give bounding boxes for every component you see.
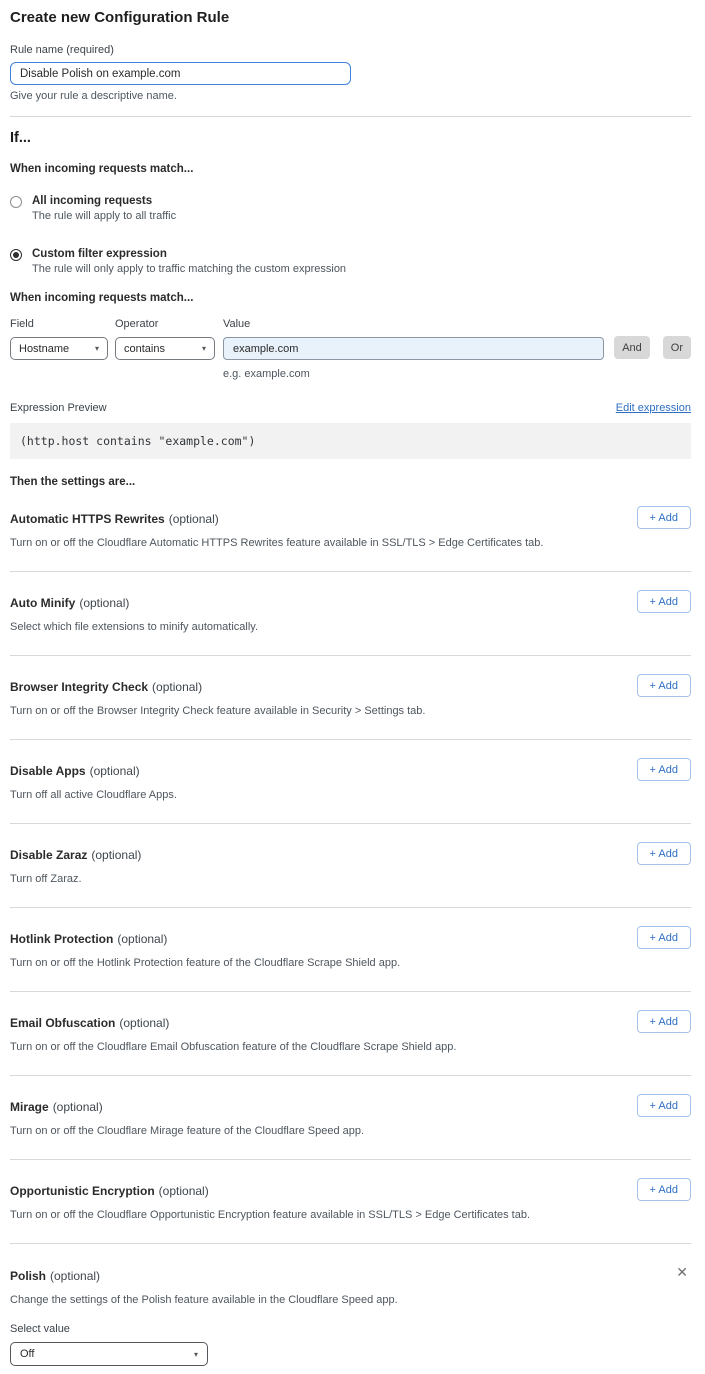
setting-title: Disable Zaraz — [10, 848, 87, 862]
setting-row: Mirage (optional) Turn on or off the Clou… — [10, 1076, 691, 1160]
setting-optional-tag: (optional) — [90, 764, 140, 778]
polish-select-value: Off — [20, 1348, 34, 1360]
setting-title: Mirage — [10, 1100, 49, 1114]
chevron-down-icon: ▾ — [95, 344, 99, 353]
setting-description: Turn on or off the Hotlink Protection fe… — [10, 957, 610, 969]
setting-description: Turn on or off the Cloudflare Mirage fea… — [10, 1125, 610, 1137]
radio-option-custom-filter-expression[interactable]: Custom filter expression The rule will o… — [10, 248, 691, 275]
radio-unselected-icon[interactable] — [10, 196, 22, 208]
setting-title: Browser Integrity Check — [10, 680, 148, 694]
setting-description: Change the settings of the Polish featur… — [10, 1294, 610, 1306]
setting-optional-tag: (optional) — [119, 1016, 169, 1030]
setting-row: Hotlink Protection (optional) Turn on or … — [10, 908, 691, 992]
setting-description: Turn on or off the Browser Integrity Che… — [10, 705, 610, 717]
radio-option-description: The rule will only apply to traffic matc… — [32, 263, 346, 275]
setting-description: Turn off Zaraz. — [10, 873, 610, 885]
filter-match-heading: When incoming requests match... — [10, 292, 691, 304]
chevron-down-icon: ▾ — [202, 344, 206, 353]
expression-preview-code: (http.host contains "example.com") — [10, 423, 691, 459]
setting-description: Turn on or off the Cloudflare Automatic … — [10, 537, 610, 549]
value-helper: e.g. example.com — [223, 368, 604, 380]
rule-name-input[interactable] — [10, 62, 351, 85]
setting-optional-tag: (optional) — [91, 848, 141, 862]
field-select[interactable]: Hostname ▾ — [10, 337, 108, 360]
setting-title: Disable Apps — [10, 764, 86, 778]
operator-select-value: contains — [124, 343, 165, 355]
setting-optional-tag: (optional) — [79, 596, 129, 610]
add-setting-button[interactable]: + Add — [637, 1178, 691, 1201]
setting-optional-tag: (optional) — [169, 512, 219, 526]
add-setting-button[interactable]: + Add — [637, 1010, 691, 1033]
value-input[interactable] — [223, 337, 604, 360]
setting-optional-tag: (optional) — [159, 1184, 209, 1198]
setting-row: Browser Integrity Check (optional) Turn o… — [10, 656, 691, 740]
chevron-down-icon: ▾ — [194, 1350, 198, 1359]
close-icon[interactable]: ✕ — [676, 1265, 688, 1279]
setting-description: Turn on or off the Cloudflare Opportunis… — [10, 1209, 610, 1221]
radio-option-label: All incoming requests — [32, 195, 176, 207]
radio-selected-icon[interactable] — [10, 249, 22, 261]
incoming-requests-match-heading: When incoming requests match... — [10, 163, 691, 175]
setting-optional-tag: (optional) — [152, 680, 202, 694]
expression-preview-label: Expression Preview — [10, 402, 107, 414]
select-value-label: Select value — [10, 1323, 691, 1335]
setting-row-polish: ✕ Polish (optional) Change the settings o… — [10, 1244, 691, 1366]
add-setting-button[interactable]: + Add — [637, 842, 691, 865]
field-label: Field — [10, 318, 108, 330]
settings-list: Automatic HTTPS Rewrites (optional) Turn … — [10, 488, 691, 1244]
or-button[interactable]: Or — [663, 336, 691, 359]
setting-row: Automatic HTTPS Rewrites (optional) Turn … — [10, 488, 691, 572]
setting-title: Auto Minify — [10, 596, 75, 610]
setting-title: Automatic HTTPS Rewrites — [10, 512, 165, 526]
setting-row: Email Obfuscation (optional) Turn on or o… — [10, 992, 691, 1076]
add-setting-button[interactable]: + Add — [637, 1094, 691, 1117]
create-configuration-rule-page: Create new Configuration Rule Rule name … — [0, 0, 705, 1374]
setting-row: Auto Minify (optional) Select which file … — [10, 572, 691, 656]
radio-option-all-incoming-requests[interactable]: All incoming requests The rule will appl… — [10, 195, 691, 222]
if-heading: If... — [10, 130, 691, 146]
page-title: Create new Configuration Rule — [10, 9, 691, 26]
rule-name-label: Rule name (required) — [10, 44, 691, 56]
add-setting-button[interactable]: + Add — [637, 590, 691, 613]
setting-optional-tag: (optional) — [53, 1100, 103, 1114]
setting-optional-tag: (optional) — [50, 1269, 100, 1283]
setting-optional-tag: (optional) — [117, 932, 167, 946]
add-setting-button[interactable]: + Add — [637, 506, 691, 529]
section-divider — [10, 116, 691, 117]
add-setting-button[interactable]: + Add — [637, 674, 691, 697]
edit-expression-link[interactable]: Edit expression — [616, 402, 691, 414]
then-settings-heading: Then the settings are... — [10, 476, 691, 488]
operator-select[interactable]: contains ▾ — [115, 337, 215, 360]
setting-row: Disable Apps (optional) Turn off all acti… — [10, 740, 691, 824]
setting-description: Select which file extensions to minify a… — [10, 621, 610, 633]
value-label: Value — [223, 318, 604, 330]
setting-title: Email Obfuscation — [10, 1016, 115, 1030]
and-button[interactable]: And — [614, 336, 650, 359]
setting-row: Opportunistic Encryption (optional) Turn … — [10, 1160, 691, 1244]
add-setting-button[interactable]: + Add — [637, 926, 691, 949]
setting-description: Turn on or off the Cloudflare Email Obfu… — [10, 1041, 610, 1053]
setting-title: Opportunistic Encryption — [10, 1184, 155, 1198]
operator-label: Operator — [115, 318, 215, 330]
filter-expression-row: Field Hostname ▾ Operator contains ▾ Val… — [10, 318, 691, 380]
setting-row: Disable Zaraz(optional) Turn off Zaraz. … — [10, 824, 691, 908]
setting-title: Hotlink Protection — [10, 932, 113, 946]
setting-title: Polish — [10, 1269, 46, 1283]
field-select-value: Hostname — [19, 343, 69, 355]
rule-name-helper: Give your rule a descriptive name. — [10, 90, 691, 102]
radio-option-description: The rule will apply to all traffic — [32, 210, 176, 222]
add-setting-button[interactable]: + Add — [637, 758, 691, 781]
radio-option-label: Custom filter expression — [32, 248, 346, 260]
polish-value-select[interactable]: Off ▾ — [10, 1342, 208, 1366]
setting-description: Turn off all active Cloudflare Apps. — [10, 789, 610, 801]
